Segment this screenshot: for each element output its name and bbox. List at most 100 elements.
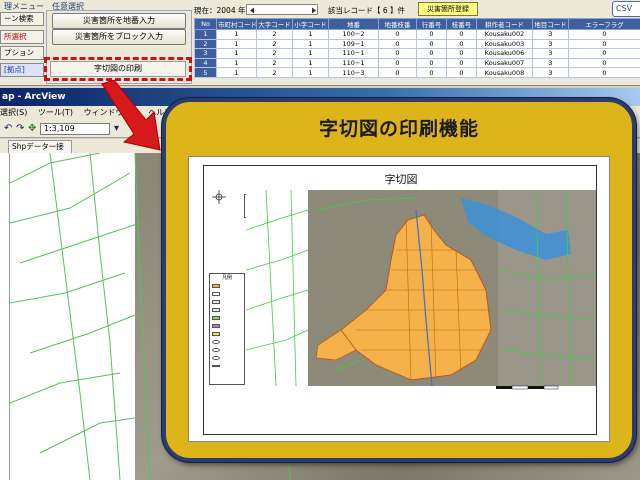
table-cell: 1 <box>216 57 257 69</box>
table-cell: 0 <box>446 29 477 40</box>
table-cell: 0 <box>416 67 447 78</box>
table-cell: 2 <box>256 48 293 59</box>
table-cell: 100−2 <box>328 29 379 40</box>
north-arrow-icon <box>212 190 226 204</box>
base-button[interactable]: [拠点] <box>0 63 44 77</box>
row-number-cell: 1 <box>194 29 217 40</box>
row-number-cell: 3 <box>194 48 217 59</box>
table-cell: 0 <box>446 67 477 78</box>
table-row[interactable]: 1 1 2 1 100−2 0 0 0 Kousaku002 3 0 <box>194 29 640 40</box>
table-cell: Kousaku002 <box>476 29 533 40</box>
table-cell: 0 <box>378 57 417 69</box>
print-azakiri-map-button[interactable]: 字切図の印刷 <box>50 61 186 77</box>
table-cell: 0 <box>378 67 417 78</box>
damage-management-app: 理メニュー 任意選択 ーン検索 所選択 プション [拠点] 災害箇所を地番入力 … <box>0 0 640 86</box>
main-menu-group-title: 理メニュー <box>4 2 44 11</box>
table-row[interactable]: 5 1 2 1 110−3 0 0 0 Kousaku008 3 0 <box>194 67 640 78</box>
scale-bar-icon <box>496 385 559 390</box>
table-cell: 1 <box>292 48 329 59</box>
legend-title: 凡例 <box>221 275 232 281</box>
table-cell: Kousaku006 <box>476 48 533 59</box>
table-cell: Kousaku003 <box>476 38 533 50</box>
sheet-title: 字切図 <box>384 173 418 186</box>
table-cell: 1 <box>292 29 329 40</box>
table-cell: 0 <box>568 38 640 50</box>
map-figure-drawing <box>246 190 596 386</box>
block-input-button[interactable]: 災害箇所をブロック入力 <box>52 29 186 45</box>
scroll-arrows-icon <box>250 7 316 14</box>
current-year-label: 現在：2004 年 <box>194 6 246 15</box>
table-cell: 110−3 <box>328 67 379 78</box>
menu-select[interactable]: 選択(S) <box>0 108 27 117</box>
table-cell: 1 <box>292 67 329 78</box>
table-cell: Kousaku007 <box>476 57 533 69</box>
table-cell: Kousaku008 <box>476 67 533 78</box>
table-cell: 0 <box>378 48 417 59</box>
table-cell: 109−1 <box>328 38 379 50</box>
table-column-header[interactable]: 地番枝番 <box>378 18 417 30</box>
table-cell: 110−1 <box>328 48 379 59</box>
table-cell: 0 <box>568 67 640 78</box>
table-cell: 1 <box>216 38 257 50</box>
csv-export-button[interactable]: CSV <box>612 1 640 17</box>
print-preview-sheet: 字切図 凡例 <box>188 156 610 442</box>
toc-panel <box>0 153 10 480</box>
map-frame: 字切図 凡例 <box>203 165 597 435</box>
legend-panel: 凡例 <box>209 273 245 385</box>
year-scrollbar[interactable] <box>246 4 318 15</box>
row-number-cell: 5 <box>194 67 217 78</box>
back-icon[interactable]: ↶ <box>4 123 12 134</box>
print-feature-callout: 字切図の印刷機能 字切図 凡例 <box>162 98 636 462</box>
table-column-header[interactable]: 枝番号 <box>446 18 477 30</box>
red-arrow-icon <box>101 80 161 151</box>
table-cell: 1 <box>292 57 329 69</box>
register-damage-button[interactable]: 災害箇所登録 <box>418 2 478 16</box>
table-cell: 0 <box>568 48 640 59</box>
table-cell: 0 <box>416 29 447 40</box>
table-cell: 1 <box>216 48 257 59</box>
table-column-header[interactable]: 市町村コード <box>216 18 257 30</box>
menu-tools[interactable]: ツール(T) <box>38 108 73 117</box>
table-cell: 0 <box>416 57 447 69</box>
table-cell: 3 <box>532 48 569 59</box>
table-cell: 0 <box>446 38 477 50</box>
table-cell: 0 <box>446 48 477 59</box>
table-cell: 2 <box>256 38 293 50</box>
zone-search-button[interactable]: ーン検索 <box>0 12 44 26</box>
table-header-row: No 市町村コード 大字コード 小字コード 地番 地番枝番 行番号 枝番号 耕作者コード 地目コー… <box>194 18 640 30</box>
location-select-button[interactable]: 所選択 <box>0 30 44 44</box>
records-table: No 市町村コード 大字コード 小字コード 地番 地番枝番 行番号 枝番号 耕作者コード 地目コー… <box>194 18 640 78</box>
table-column-header[interactable]: 大字コード <box>256 18 293 30</box>
table-cell: 3 <box>532 29 569 40</box>
record-count-label: 該当レコード【 6 】件 <box>328 6 406 15</box>
table-cell: 2 <box>256 57 293 69</box>
option-button[interactable]: プション <box>0 46 44 60</box>
row-number-cell: 4 <box>194 57 217 69</box>
table-column-header[interactable]: 地目コード <box>532 18 569 30</box>
table-column-header[interactable]: 耕作者コード <box>476 18 533 30</box>
table-column-header[interactable]: エラーフラグ <box>568 18 640 30</box>
table-column-header[interactable]: 地番 <box>328 18 379 30</box>
callout-heading: 字切図の印刷機能 <box>318 118 479 140</box>
table-cell: 0 <box>568 29 640 40</box>
table-column-header[interactable]: No <box>194 18 217 30</box>
table-row[interactable]: 3 1 2 1 110−1 0 0 0 Kousaku006 3 0 <box>194 48 640 59</box>
table-row[interactable]: 4 1 2 1 110−1 0 0 0 Kousaku007 3 0 <box>194 57 640 69</box>
table-cell: 0 <box>568 57 640 69</box>
chiban-input-button[interactable]: 災害箇所を地番入力 <box>52 13 186 29</box>
table-cell: 110−1 <box>328 57 379 69</box>
pan-icon[interactable]: ✥ <box>28 123 36 134</box>
tab-shp-data-settings[interactable]: Shpデーター接設定 <box>8 140 72 163</box>
table-cell: 1 <box>292 38 329 50</box>
table-row[interactable]: 2 1 2 1 109−1 0 0 0 Kousaku003 3 0 <box>194 38 640 50</box>
table-cell: 0 <box>378 29 417 40</box>
azakiri-map-figure <box>246 190 596 386</box>
table-cell: 0 <box>416 38 447 50</box>
table-column-header[interactable]: 行番号 <box>416 18 447 30</box>
row-number-cell: 2 <box>194 38 217 50</box>
table-cell: 1 <box>216 29 257 40</box>
table-column-header[interactable]: 小字コード <box>292 18 329 30</box>
table-cell: 3 <box>532 57 569 69</box>
table-cell: 0 <box>416 48 447 59</box>
forward-icon[interactable]: ↷ <box>16 123 24 134</box>
